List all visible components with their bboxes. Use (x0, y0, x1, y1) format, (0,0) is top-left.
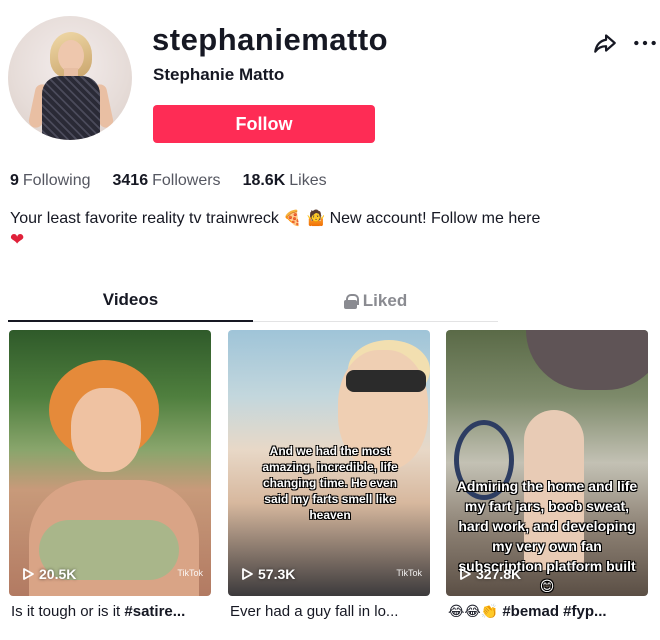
video-caption[interactable]: Is it tough or is it #satire... (11, 603, 213, 620)
play-icon (23, 568, 34, 580)
tiktok-watermark: TikTok (177, 568, 203, 578)
video-views: 20.5K (21, 566, 76, 582)
video-views-count: 20.5K (39, 566, 77, 582)
play-icon (242, 568, 253, 580)
profile-stats: 9 Following 3416 Followers 18.6K Likes (10, 172, 327, 190)
video-card[interactable]: And we had the most amazing, incredible,… (228, 330, 430, 596)
tab-videos-label: Videos (102, 290, 159, 309)
video-caption[interactable]: Ever had a guy fall in lo... (230, 603, 432, 620)
shrug-emoji-icon: 🤷 (306, 209, 326, 227)
avatar[interactable] (8, 16, 132, 140)
video-thumbnail-face (71, 388, 141, 472)
share-icon[interactable] (592, 30, 618, 56)
video-caption-emoji: 😂😂👏 (448, 604, 499, 620)
stat-followers[interactable]: 3416 Followers (113, 172, 221, 190)
video-caption[interactable]: 😂😂👏 #bemad #fyp... (448, 603, 650, 620)
profile-bio: Your least favorite reality tv trainwrec… (10, 207, 640, 230)
pizza-emoji-icon: 🍕 (283, 209, 302, 227)
video-caption-text: Ever had a guy fall in lo... (230, 603, 399, 620)
profile-username: stephaniematto (152, 22, 389, 57)
heart-icon: ❤ (10, 230, 25, 250)
video-caption-hashtag: #satire... (124, 603, 186, 620)
lock-icon (343, 293, 359, 309)
tab-liked-label: Liked (362, 291, 408, 310)
video-views-count: 327.8K (476, 566, 522, 582)
play-icon (460, 568, 471, 580)
follow-button[interactable]: Follow (153, 105, 375, 143)
bio-text-after: New account! Follow me here (329, 210, 541, 227)
tab-videos[interactable]: Videos (8, 280, 253, 322)
video-views: 57.3K (240, 566, 295, 582)
video-overlay-text: And we had the most amazing, incredible,… (262, 444, 398, 522)
tiktok-watermark: TikTok (396, 568, 422, 578)
more-icon[interactable] (632, 30, 658, 56)
likes-label: Likes (289, 172, 327, 189)
followers-label: Followers (152, 172, 221, 189)
video-caption-hashtag: #bemad #fyp... (502, 603, 607, 620)
stat-likes: 18.6K Likes (243, 172, 327, 190)
video-card[interactable]: Admiring the home and life my fart jars,… (446, 330, 648, 596)
following-label: Following (22, 172, 91, 189)
likes-count: 18.6K (242, 172, 286, 189)
video-views: 327.8K (458, 566, 521, 582)
video-views-count: 57.3K (258, 566, 296, 582)
following-count: 9 (10, 172, 19, 189)
video-card[interactable]: 20.5K TikTok (9, 330, 211, 596)
tab-liked[interactable]: Liked (253, 280, 498, 322)
profile-nickname: Stephanie Matto (153, 65, 285, 84)
followers-count: 3416 (112, 172, 149, 189)
video-caption-text: Is it tough or is it (11, 603, 125, 620)
profile-tabs: Videos Liked (8, 280, 498, 322)
stat-following[interactable]: 9 Following (10, 172, 91, 190)
bio-text-before: Your least favorite reality tv trainwrec… (10, 210, 279, 227)
video-thumbnail-umbrella (526, 330, 648, 390)
video-thumbnail-sunglasses (346, 370, 426, 392)
avatar-body (42, 76, 100, 140)
